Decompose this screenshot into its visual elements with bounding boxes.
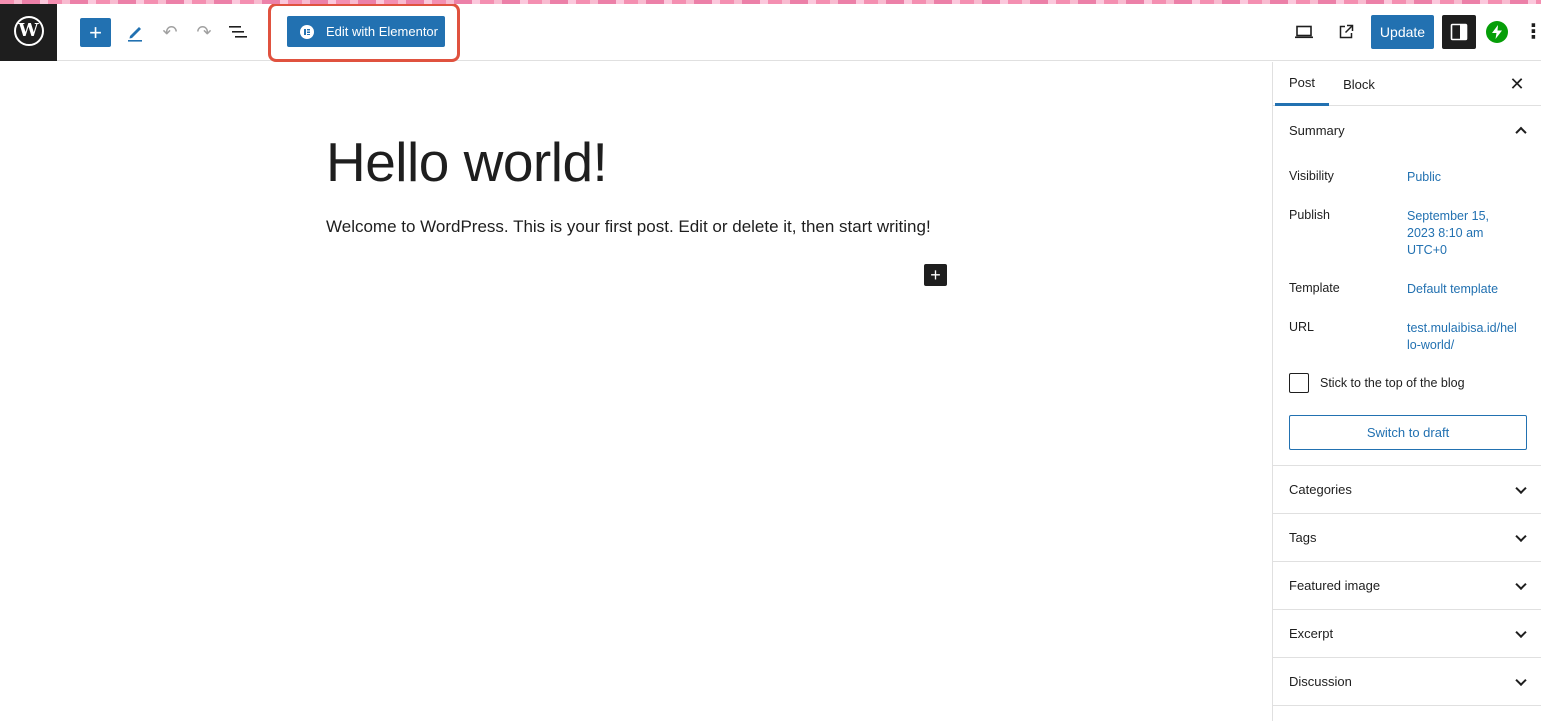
close-sidebar-button[interactable]: ✕	[1505, 72, 1529, 96]
edit-with-elementor-label: Edit with Elementor	[326, 24, 438, 39]
redo-button[interactable]: ↷	[192, 20, 216, 44]
block-inserter-button[interactable]: +	[80, 18, 111, 47]
settings-sidebar: Post Block ✕ Summary Visibility Public P…	[1272, 62, 1541, 721]
panel-categories-label: Categories	[1289, 482, 1352, 497]
jetpack-button[interactable]	[1486, 21, 1508, 43]
sticky-checkbox[interactable]	[1289, 373, 1309, 393]
switch-to-draft-button[interactable]: Switch to draft	[1289, 415, 1527, 450]
jetpack-bolt-icon	[1492, 25, 1502, 39]
document-overview-button[interactable]	[226, 20, 250, 44]
close-icon: ✕	[1509, 73, 1525, 94]
chevron-up-icon	[1515, 126, 1527, 139]
sticky-label[interactable]: Stick to the top of the blog	[1320, 376, 1465, 390]
url-value-link[interactable]: test.mulaibisa.id/hello-world/	[1407, 320, 1519, 354]
panel-tags-toggle[interactable]: Tags	[1273, 514, 1541, 562]
undo-button[interactable]: ↶	[158, 20, 182, 44]
publish-row: Publish September 15, 2023 8:10 am UTC+0	[1289, 208, 1529, 260]
settings-toggle-button[interactable]	[1442, 15, 1476, 49]
paragraph-block[interactable]: Welcome to WordPress. This is your first…	[326, 217, 931, 237]
editor-canvas: Hello world! Welcome to WordPress. This …	[0, 62, 1272, 721]
preview-button[interactable]	[1292, 20, 1316, 44]
undo-icon: ↶	[162, 21, 178, 42]
external-link-icon	[1339, 24, 1354, 39]
template-label: Template	[1289, 281, 1340, 295]
tools-pencil-button[interactable]	[124, 20, 146, 44]
panel-categories-toggle[interactable]: Categories	[1273, 466, 1541, 514]
wordpress-logo-icon: W	[13, 15, 44, 46]
post-title[interactable]: Hello world!	[326, 130, 608, 194]
more-vertical-icon: ⋮	[1523, 21, 1541, 43]
sticky-option: Stick to the top of the blog	[1289, 373, 1465, 393]
pencil-icon	[128, 27, 142, 42]
desktop-preview-icon	[1295, 25, 1313, 39]
editor-toolbar: W + ↶ ↷ Edit with Elementor Update ⋮	[0, 0, 1541, 62]
wordpress-logo-button[interactable]: W	[0, 0, 57, 61]
chevron-down-icon	[1515, 626, 1527, 638]
panel-tags-label: Tags	[1289, 530, 1317, 545]
summary-heading: Summary	[1289, 122, 1345, 138]
view-post-button[interactable]	[1334, 20, 1358, 44]
redo-icon: ↷	[196, 21, 212, 42]
sidebar-settings-icon	[1450, 23, 1468, 41]
template-row: Template Default template	[1289, 281, 1529, 301]
update-button[interactable]: Update	[1371, 15, 1434, 49]
panel-excerpt-label: Excerpt	[1289, 626, 1334, 641]
url-row: URL test.mulaibisa.id/hello-world/	[1289, 320, 1529, 356]
tab-block[interactable]: Block	[1339, 62, 1379, 106]
chevron-down-icon	[1515, 530, 1527, 542]
summary-panel-toggle[interactable]: Summary	[1273, 106, 1541, 154]
elementor-icon	[300, 24, 314, 39]
edit-with-elementor-button[interactable]: Edit with Elementor	[287, 16, 445, 47]
publish-label: Publish	[1289, 208, 1330, 222]
visibility-label: Visibility	[1289, 169, 1334, 183]
visibility-row: Visibility Public	[1289, 169, 1529, 189]
panel-discussion-label: Discussion	[1289, 674, 1352, 689]
options-menu-button[interactable]: ⋮	[1523, 20, 1541, 44]
publish-date-link[interactable]: September 15, 2023 8:10 am UTC+0	[1407, 208, 1507, 259]
chevron-down-icon	[1515, 482, 1527, 494]
visibility-value-link[interactable]: Public	[1407, 169, 1523, 186]
add-block-button[interactable]: +	[924, 264, 947, 286]
list-view-icon	[229, 26, 247, 38]
panel-featured-image-label: Featured image	[1289, 578, 1381, 593]
chevron-down-icon	[1515, 674, 1527, 686]
sidebar-tabs: Post Block ✕	[1273, 62, 1541, 106]
url-label: URL	[1289, 320, 1315, 334]
top-decorative-strip	[0, 0, 1541, 4]
panel-excerpt-toggle[interactable]: Excerpt	[1273, 610, 1541, 658]
panel-featured-image-toggle[interactable]: Featured image	[1273, 562, 1541, 610]
chevron-down-icon	[1515, 578, 1527, 590]
tab-post[interactable]: Post	[1275, 62, 1329, 106]
panel-discussion-toggle[interactable]: Discussion	[1273, 658, 1541, 706]
template-value-link[interactable]: Default template	[1407, 281, 1523, 298]
